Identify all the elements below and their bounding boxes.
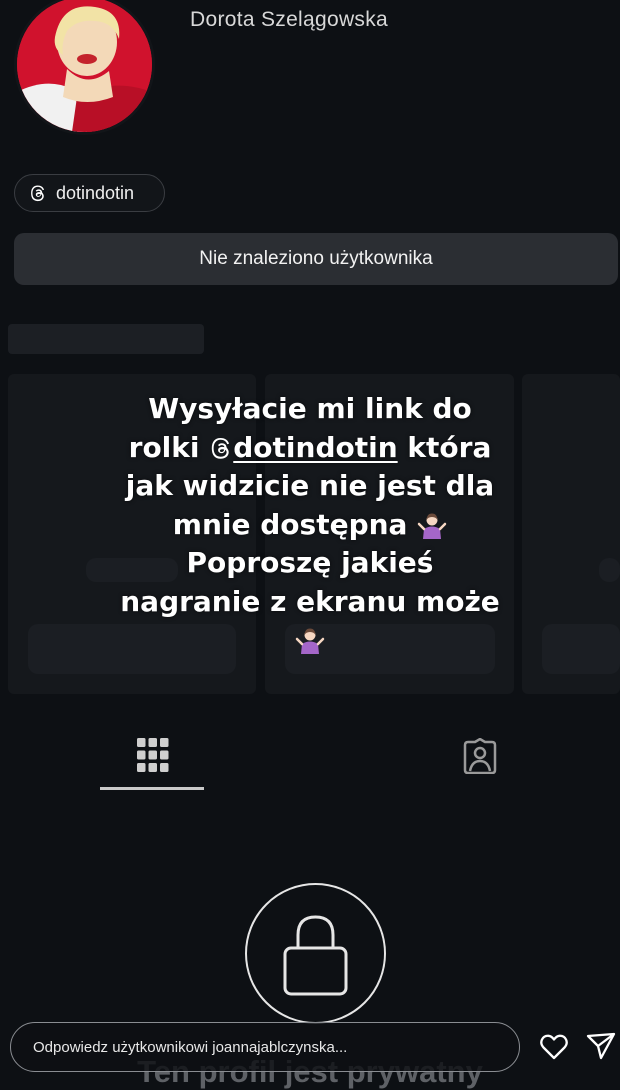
shrug-emoji-icon [417, 513, 447, 539]
story-line: Poproszę jakieś [186, 546, 434, 579]
tab-tagged[interactable] [461, 737, 499, 775]
avatar-photo [17, 0, 152, 132]
story-line: nagranie z ekranu może [120, 584, 500, 618]
threads-mention[interactable]: dotindotin [209, 431, 398, 464]
story-line: Wysyłacie mi link do [148, 392, 472, 425]
profile-name: Dorota Szelągowska [190, 8, 388, 31]
tagged-icon [463, 737, 497, 775]
threads-profile-link[interactable]: dotindotin [14, 174, 165, 212]
reply-input[interactable]: Odpowiedz użytkownikowi joannajablczynsk… [10, 1022, 520, 1072]
user-not-found-button[interactable]: Nie znaleziono użytkownika [14, 233, 618, 285]
shrug-emoji-icon [295, 628, 325, 654]
lock-icon [283, 915, 348, 996]
threads-icon [212, 437, 230, 459]
threads-handle: dotindotin [56, 182, 135, 203]
paper-plane-icon [586, 1032, 616, 1060]
private-lock-circle [245, 883, 386, 1024]
grid-icon [137, 738, 169, 772]
profile-avatar[interactable] [14, 0, 155, 135]
tab-posts-grid[interactable] [136, 737, 170, 773]
heart-icon [540, 1034, 568, 1060]
story-text-overlay: Wysyłacie mi link do rolki dotindotin kt… [70, 390, 550, 660]
story-line [70, 621, 550, 660]
story-line: jak widzicie nie jest dla [125, 469, 495, 502]
story-line: rolki dotindotin która [128, 430, 492, 464]
story-line: mnie dostępna [70, 506, 550, 545]
threads-icon [31, 185, 45, 202]
like-button[interactable] [539, 1032, 569, 1062]
active-tab-indicator [100, 787, 204, 790]
send-button[interactable] [586, 1031, 616, 1061]
placeholder-bar [8, 324, 204, 354]
